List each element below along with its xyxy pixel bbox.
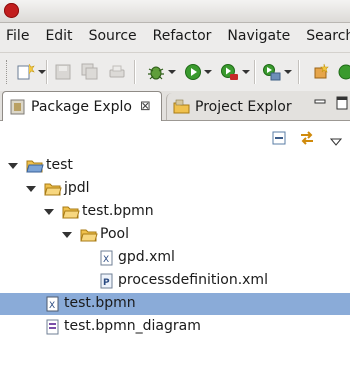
menu-navigate[interactable]: Navigate xyxy=(219,23,298,49)
chevron-down-icon xyxy=(38,70,46,74)
new-java-package-button[interactable] xyxy=(312,62,330,82)
close-icon[interactable]: ⊠ xyxy=(140,99,151,114)
minimize-view-button[interactable] xyxy=(314,97,326,113)
svg-text:X: X xyxy=(103,255,109,265)
folder-icon xyxy=(62,206,80,219)
tree-item-file-processdefinition-xml[interactable]: P processdefinition.xml xyxy=(0,270,350,292)
chevron-down-icon[interactable] xyxy=(62,232,72,238)
tree-item-file-test-bpmn[interactable]: X test.bpmn xyxy=(0,293,350,315)
tree-item-label: test.bpmn xyxy=(82,203,154,219)
tree-item-file-gpd-xml[interactable]: X gpd.xml xyxy=(0,247,350,269)
folder-icon xyxy=(44,183,62,196)
debug-button[interactable] xyxy=(146,62,176,82)
chevron-down-icon xyxy=(168,70,176,74)
folder-icon xyxy=(80,229,98,242)
chevron-down-icon xyxy=(204,70,212,74)
save-all-button[interactable] xyxy=(81,62,99,82)
toolbar-separator xyxy=(254,60,256,84)
menu-bar: File Edit Source Refactor Navigate Searc… xyxy=(0,23,350,49)
tab-project-explorer-label: Project Explor xyxy=(195,98,292,115)
tree-item-folder-test-bpmn[interactable]: test.bpmn xyxy=(0,201,350,223)
view-menu-button[interactable] xyxy=(329,134,343,150)
tree-item-label: test xyxy=(46,157,73,173)
external-tools-icon xyxy=(221,64,238,80)
menu-source[interactable]: Source xyxy=(81,23,145,49)
save-icon xyxy=(55,64,71,80)
package-icon xyxy=(314,63,329,79)
tab-package-explorer[interactable]: Package Explo ⊠ xyxy=(2,91,162,121)
menu-refactor[interactable]: Refactor xyxy=(145,23,220,49)
save-button[interactable] xyxy=(54,62,72,82)
menu-file[interactable]: File xyxy=(0,23,37,49)
svg-text:P: P xyxy=(103,278,110,288)
xml-file-icon: X xyxy=(100,250,113,266)
run-icon xyxy=(185,64,201,80)
svg-text:X: X xyxy=(49,301,55,311)
run-external-tools-button[interactable] xyxy=(220,62,250,82)
tree-item-label: test.bpmn_diagram xyxy=(64,318,201,334)
maximize-icon xyxy=(336,96,348,110)
tree-item-label: jpdl xyxy=(64,180,90,196)
coverage-icon xyxy=(263,64,281,81)
link-with-editor-icon xyxy=(301,131,313,145)
tree-item-label: test.bpmn xyxy=(64,295,136,311)
menu-edit[interactable]: Edit xyxy=(37,23,80,49)
tree-item-label: processdefinition.xml xyxy=(118,272,268,288)
view-toolbar xyxy=(0,121,350,153)
minimize-icon xyxy=(314,99,326,104)
debug-bug-icon xyxy=(148,66,164,80)
process-file-icon: P xyxy=(100,273,113,289)
window-title-bar xyxy=(0,0,350,23)
project-folder-icon xyxy=(26,160,44,173)
package-explorer-icon xyxy=(10,99,25,114)
print-button[interactable] xyxy=(108,62,126,82)
diagram-file-icon xyxy=(46,319,59,335)
save-all-icon xyxy=(81,63,98,80)
toolbar-separator xyxy=(46,60,48,84)
toolbar-separator xyxy=(134,60,136,84)
chevron-down-icon xyxy=(242,70,250,74)
tree-item-label: Pool xyxy=(100,226,129,242)
toolbar-separator xyxy=(298,60,300,84)
view-window-controls xyxy=(314,96,348,114)
view-menu-chevron-icon xyxy=(329,138,343,146)
class-icon xyxy=(338,64,350,80)
new-wizard-button[interactable] xyxy=(16,62,46,82)
tree-item-label: gpd.xml xyxy=(118,249,175,265)
view-tab-bar: Package Explo ⊠ Project Explor xyxy=(0,91,350,121)
tab-package-explorer-label: Package Explo xyxy=(31,98,132,115)
collapse-all-button[interactable] xyxy=(272,131,286,149)
new-class-button[interactable] xyxy=(338,62,350,82)
tree-item-project-test[interactable]: test xyxy=(0,155,350,177)
collapse-all-icon xyxy=(272,131,286,145)
xml-file-icon: X xyxy=(46,296,59,312)
tree-item-folder-pool[interactable]: Pool xyxy=(0,224,350,246)
tree-item-folder-jpdl[interactable]: jpdl xyxy=(0,178,350,200)
new-icon xyxy=(17,63,35,80)
tree-item-file-test-bpmn-diagram[interactable]: test.bpmn_diagram xyxy=(0,316,350,338)
project-explorer-icon xyxy=(173,99,190,113)
chevron-down-icon[interactable] xyxy=(44,209,54,215)
link-with-editor-button[interactable] xyxy=(298,129,316,151)
coverage-button[interactable] xyxy=(262,62,292,82)
chevron-down-icon[interactable] xyxy=(8,163,18,169)
main-toolbar xyxy=(0,52,350,92)
toolbar-grip xyxy=(6,60,9,84)
chevron-down-icon xyxy=(284,70,292,74)
maximize-view-button[interactable] xyxy=(336,96,348,114)
print-icon xyxy=(109,65,125,78)
tab-project-explorer[interactable]: Project Explor xyxy=(166,93,297,120)
chevron-down-icon[interactable] xyxy=(26,186,36,192)
eclipse-app-icon xyxy=(4,3,19,18)
menu-search[interactable]: Search xyxy=(298,23,350,49)
run-button[interactable] xyxy=(184,62,212,82)
